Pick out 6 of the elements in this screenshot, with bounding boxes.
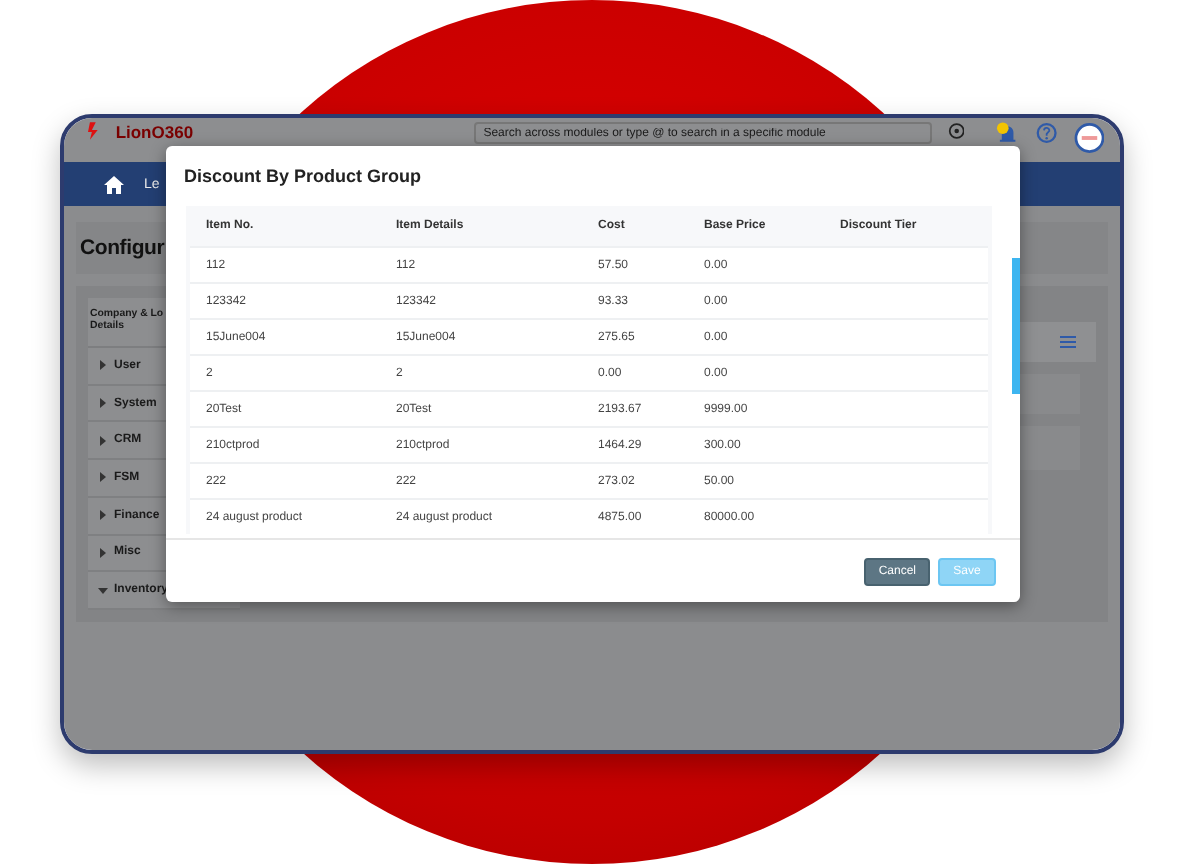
logo-icon xyxy=(88,122,100,140)
logo: LionO360 xyxy=(115,122,196,142)
page-title: Configur xyxy=(80,236,165,260)
home-icon[interactable] xyxy=(104,175,124,193)
dialog-title: Discount By Product Group xyxy=(184,166,424,186)
scrollbar[interactable] xyxy=(1012,258,1020,394)
